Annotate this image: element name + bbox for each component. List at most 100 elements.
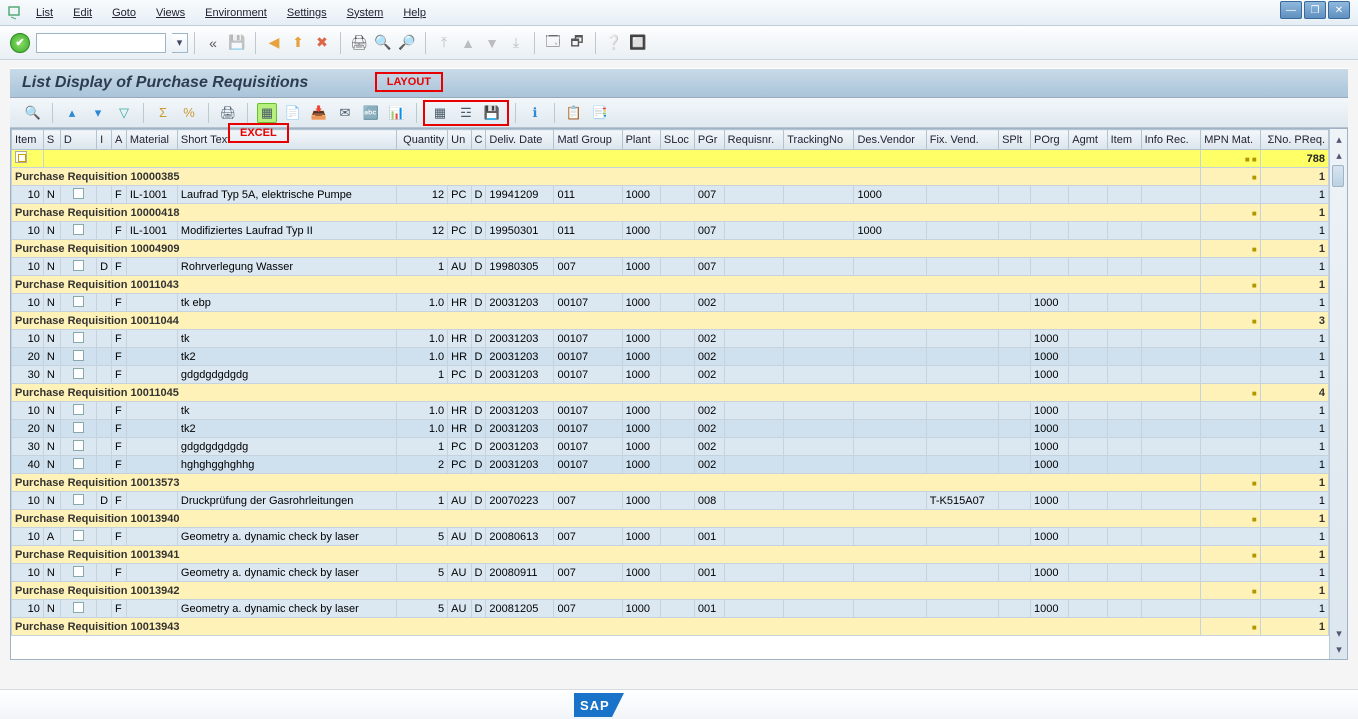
- print-preview-icon[interactable]: 🖨: [218, 103, 238, 123]
- select-layout-icon[interactable]: ☲: [456, 103, 476, 123]
- column-header[interactable]: Requisnr.: [724, 130, 784, 150]
- group-header-row[interactable]: Purchase Requisition 10013573■1: [12, 474, 1329, 492]
- scroll-thumb[interactable]: [1332, 165, 1344, 187]
- sort-asc-icon[interactable]: ▴: [62, 103, 82, 123]
- subtotal-icon[interactable]: %: [179, 103, 199, 123]
- change-layout-icon[interactable]: ▦: [430, 103, 450, 123]
- abc-analysis-icon[interactable]: 🔤: [361, 103, 381, 123]
- column-header[interactable]: D: [60, 130, 96, 150]
- column-header[interactable]: Agmt: [1069, 130, 1107, 150]
- column-header[interactable]: Deliv. Date: [486, 130, 554, 150]
- column-header[interactable]: MPN Mat.: [1201, 130, 1261, 150]
- column-header[interactable]: POrg: [1031, 130, 1069, 150]
- grid-scroll-area[interactable]: ItemSDIAMaterialShort TextQuantityUnCDel…: [11, 129, 1329, 659]
- filter-icon[interactable]: [15, 151, 27, 163]
- checkbox[interactable]: [73, 224, 84, 235]
- checkbox[interactable]: [73, 260, 84, 271]
- menu-views[interactable]: Views: [156, 7, 185, 19]
- table-row[interactable]: 10NFIL-1001Modifiziertes Laufrad Typ II1…: [12, 222, 1329, 240]
- table-row[interactable]: 40NFhghghgghghhg2PCD20031203001071000002…: [12, 456, 1329, 474]
- back-first-icon[interactable]: «: [203, 33, 223, 53]
- scroll-down-icon[interactable]: ▾: [1331, 625, 1347, 641]
- menu-environment[interactable]: Environment: [205, 7, 267, 19]
- menu-list[interactable]: List: [36, 7, 53, 19]
- layout-menu-icon[interactable]: 🔲: [628, 33, 648, 53]
- table-row[interactable]: 10NFGeometry a. dynamic check by laser5A…: [12, 564, 1329, 582]
- table-row[interactable]: 10NFtk1.0HRD2003120300107100000210001: [12, 330, 1329, 348]
- filter-icon[interactable]: ▽: [114, 103, 134, 123]
- scroll-up-icon[interactable]: ▴: [1331, 147, 1347, 163]
- group-header-row[interactable]: Purchase Requisition 10011044■3: [12, 312, 1329, 330]
- checkbox[interactable]: [73, 332, 84, 343]
- checkbox[interactable]: [73, 566, 84, 577]
- table-row[interactable]: 20NFtk21.0HRD2003120300107100000210001: [12, 348, 1329, 366]
- table-row[interactable]: 10NFtk ebp1.0HRD200312030010710000021000…: [12, 294, 1329, 312]
- scroll-down-icon[interactable]: ▾: [1331, 641, 1347, 657]
- checkbox[interactable]: [73, 350, 84, 361]
- table-row[interactable]: 10NFIL-1001Laufrad Typ 5A, elektrische P…: [12, 186, 1329, 204]
- scroll-up-icon[interactable]: ▴: [1331, 131, 1347, 147]
- group-header-row[interactable]: Purchase Requisition 10013943■1: [12, 618, 1329, 636]
- group-header-row[interactable]: Purchase Requisition 10000418■1: [12, 204, 1329, 222]
- excel-export-icon[interactable]: ▦: [257, 103, 277, 123]
- local-file-icon[interactable]: 📥: [309, 103, 329, 123]
- column-header[interactable]: C: [471, 130, 486, 150]
- find-next-icon[interactable]: 🔎: [397, 33, 417, 53]
- column-header[interactable]: SLoc: [660, 130, 694, 150]
- column-header[interactable]: Des.Vendor: [854, 130, 926, 150]
- checkbox[interactable]: [73, 188, 84, 199]
- command-field[interactable]: [36, 33, 166, 53]
- menu-goto[interactable]: Goto: [112, 7, 136, 19]
- mail-icon[interactable]: ✉: [335, 103, 355, 123]
- column-header[interactable]: Plant: [622, 130, 660, 150]
- checkbox[interactable]: [73, 530, 84, 541]
- find-icon[interactable]: 🔍: [373, 33, 393, 53]
- table-row[interactable]: 30NFgdgdgdgdgdg1PCD200312030010710000021…: [12, 366, 1329, 384]
- column-header[interactable]: Quantity: [397, 130, 448, 150]
- services-icon[interactable]: 📑: [590, 103, 610, 123]
- checkbox[interactable]: [73, 458, 84, 469]
- table-row[interactable]: 10AFGeometry a. dynamic check by laser5A…: [12, 528, 1329, 546]
- checkbox[interactable]: [73, 602, 84, 613]
- group-header-row[interactable]: Purchase Requisition 10013942■1: [12, 582, 1329, 600]
- app-menu-icon[interactable]: [8, 4, 26, 22]
- table-row[interactable]: 10NFtk1.0HRD2003120300107100000210001: [12, 402, 1329, 420]
- table-row[interactable]: 30NFgdgdgdgdgdg1PCD200312030010710000021…: [12, 438, 1329, 456]
- column-header[interactable]: I: [97, 130, 112, 150]
- shortcut-icon[interactable]: 🗗: [567, 33, 587, 53]
- back-icon[interactable]: ◀: [264, 33, 284, 53]
- assign-icon[interactable]: 📋: [564, 103, 584, 123]
- column-header[interactable]: Item: [1107, 130, 1141, 150]
- checkbox[interactable]: [73, 440, 84, 451]
- cancel-icon[interactable]: ✖: [312, 33, 332, 53]
- table-row[interactable]: 10NDFDruckprüfung der Gasrohrleitungen1A…: [12, 492, 1329, 510]
- vertical-scrollbar[interactable]: ▴ ▴ ▾ ▾: [1329, 129, 1347, 659]
- table-row[interactable]: 10NFGeometry a. dynamic check by laser5A…: [12, 600, 1329, 618]
- word-export-icon[interactable]: 📄: [283, 103, 303, 123]
- exit-icon[interactable]: ⬆: [288, 33, 308, 53]
- column-header[interactable]: Matl Group: [554, 130, 622, 150]
- column-header[interactable]: ΣNo. PReq.: [1260, 130, 1328, 150]
- save-layout-icon[interactable]: 💾: [482, 103, 502, 123]
- graphic-icon[interactable]: 📊: [387, 103, 407, 123]
- checkbox[interactable]: [73, 368, 84, 379]
- menu-settings[interactable]: Settings: [287, 7, 327, 19]
- checkbox[interactable]: [73, 404, 84, 415]
- column-header[interactable]: TrackingNo: [784, 130, 854, 150]
- info-icon[interactable]: ℹ: [525, 103, 545, 123]
- close-button[interactable]: ✕: [1328, 1, 1350, 19]
- menu-system[interactable]: System: [347, 7, 384, 19]
- details-icon[interactable]: 🔍: [23, 103, 43, 123]
- menu-edit[interactable]: Edit: [73, 7, 92, 19]
- print-icon[interactable]: 🖨: [349, 33, 369, 53]
- column-header[interactable]: Material: [126, 130, 177, 150]
- group-header-row[interactable]: Purchase Requisition 10011043■1: [12, 276, 1329, 294]
- help-icon[interactable]: ❔: [604, 33, 624, 53]
- column-header[interactable]: Un: [448, 130, 471, 150]
- group-header-row[interactable]: Purchase Requisition 10004909■1: [12, 240, 1329, 258]
- column-header[interactable]: Item: [12, 130, 44, 150]
- minimize-button[interactable]: —: [1280, 1, 1302, 19]
- column-header[interactable]: Fix. Vend.: [926, 130, 998, 150]
- column-header[interactable]: PGr: [694, 130, 724, 150]
- enter-button[interactable]: ✔: [10, 33, 30, 53]
